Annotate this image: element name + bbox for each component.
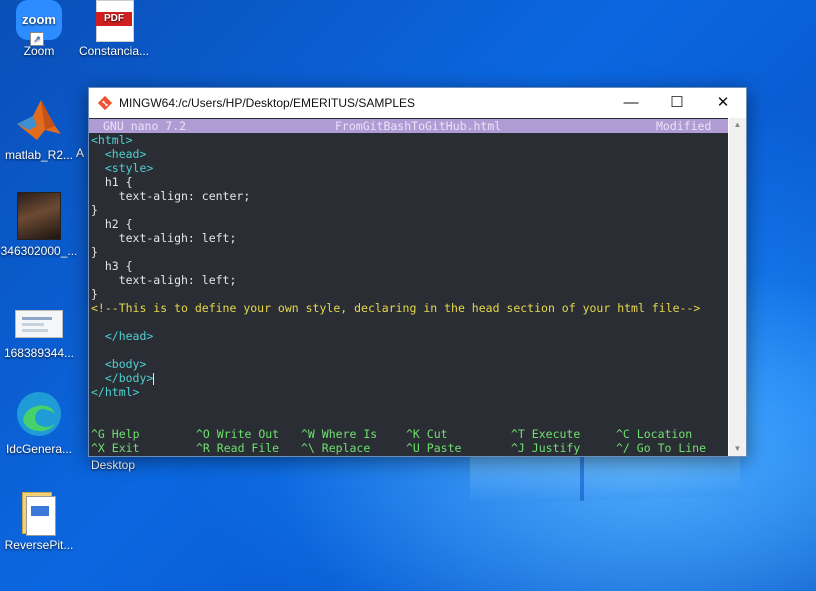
shortcut-execute[interactable]: ^T Execute <box>511 427 580 441</box>
desktop-icon-label: Zoom <box>23 44 55 58</box>
desktop-icon-reversepit[interactable]: ReversePit... <box>0 492 78 552</box>
scroll-up-icon[interactable]: ▲ <box>729 118 746 132</box>
maximize-button[interactable]: ☐ <box>654 88 700 118</box>
edge-icon <box>15 390 63 438</box>
code-line-comment: <!--This is to define your own style, de… <box>91 301 701 315</box>
terminal-content[interactable]: GNU nano 7.2 FromGitBashToGitHub.html Mo… <box>89 118 728 456</box>
nano-header: GNU nano 7.2 FromGitBashToGitHub.html Mo… <box>89 119 728 133</box>
code-line: </html> <box>91 385 140 399</box>
code-line: h1 { <box>91 175 133 189</box>
vertical-scrollbar[interactable]: ▲ ▼ <box>729 118 746 456</box>
desktop-icon-matlab[interactable]: matlab_R2... <box>0 96 78 162</box>
shortcut-help[interactable]: ^G Help <box>91 427 140 441</box>
desktop-icon-photo[interactable]: 346302000_... <box>0 192 78 258</box>
shortcut-go-to-line[interactable]: ^/ Go To Line <box>616 441 706 455</box>
desktop-icon-label: 346302000_... <box>0 244 78 258</box>
code-line: text-align: center; <box>91 189 251 203</box>
title-bar[interactable]: MINGW64:/c/Users/HP/Desktop/EMERITUS/SAM… <box>89 88 746 118</box>
code-line: <style> <box>91 161 154 175</box>
desktop-icon-label: Desktop <box>90 458 136 472</box>
shortcut-justify[interactable]: ^J Justify <box>511 441 580 455</box>
window-title: MINGW64:/c/Users/HP/Desktop/EMERITUS/SAM… <box>119 96 416 110</box>
matlab-icon <box>15 96 63 144</box>
desktop-folder-label[interactable]: Desktop <box>74 458 152 472</box>
code-line: <body> <box>91 357 147 371</box>
shortcut-where-is[interactable]: ^W Where Is <box>301 427 377 441</box>
nano-status: Modified <box>656 119 712 133</box>
git-bash-icon <box>97 95 113 111</box>
shortcut-read-file[interactable]: ^R Read File <box>196 441 279 455</box>
zoom-icon: zoom ↗ <box>16 0 62 46</box>
shortcut-write-out[interactable]: ^O Write Out <box>196 427 279 441</box>
code-line: } <box>91 245 98 259</box>
desktop-icon-document[interactable]: 168389344... <box>0 310 78 360</box>
code-line: h3 { <box>91 259 133 273</box>
minimize-button[interactable]: — <box>608 88 654 118</box>
shortcut-location[interactable]: ^C Location <box>616 427 692 441</box>
code-line: h2 { <box>91 217 133 231</box>
code-line-cursor: </body> <box>91 371 155 385</box>
shortcut-paste[interactable]: ^U Paste <box>406 441 461 455</box>
nano-filename: FromGitBashToGitHub.html <box>335 119 502 133</box>
photo-icon <box>17 192 61 240</box>
code-line: text-aligh: left; <box>91 273 237 287</box>
desktop-icon-label: Constancia... <box>78 44 150 58</box>
desktop-icon-label: ReversePit... <box>4 538 74 552</box>
text-cursor <box>153 372 155 385</box>
code-line: </head> <box>91 329 154 343</box>
desktop-icon-edge[interactable]: IdcGenera... <box>0 390 78 456</box>
shortcut-exit[interactable]: ^X Exit <box>91 441 140 455</box>
code-line: <html> <box>91 133 133 147</box>
folder-icon <box>22 492 56 536</box>
desktop-icon-label: 168389344... <box>3 346 75 360</box>
close-button[interactable]: ✕ <box>700 88 746 118</box>
shortcut-replace[interactable]: ^\ Replace <box>301 441 370 455</box>
code-line: } <box>91 203 98 217</box>
desktop-icon-label: IdcGenera... <box>5 442 73 456</box>
document-thumbnail-icon <box>15 310 63 338</box>
desktop-icon-zoom[interactable]: zoom ↗ Zoom <box>0 0 78 58</box>
shortcut-cut[interactable]: ^K Cut <box>406 427 448 441</box>
code-line: <head> <box>91 147 147 161</box>
desktop-icon-label: matlab_R2... <box>4 148 74 162</box>
desktop-icon-partial[interactable]: A <box>76 146 88 160</box>
terminal-window[interactable]: MINGW64:/c/Users/HP/Desktop/EMERITUS/SAM… <box>88 87 747 457</box>
scroll-down-icon[interactable]: ▼ <box>729 442 746 456</box>
code-line: text-aligh: left; <box>91 231 237 245</box>
pdf-icon: PDF <box>96 0 134 42</box>
nano-version: GNU nano 7.2 <box>103 119 187 133</box>
code-line: } <box>91 287 98 301</box>
desktop-icon-constancia[interactable]: PDF Constancia... <box>75 0 153 58</box>
desktop-icon-label: A <box>76 146 85 160</box>
